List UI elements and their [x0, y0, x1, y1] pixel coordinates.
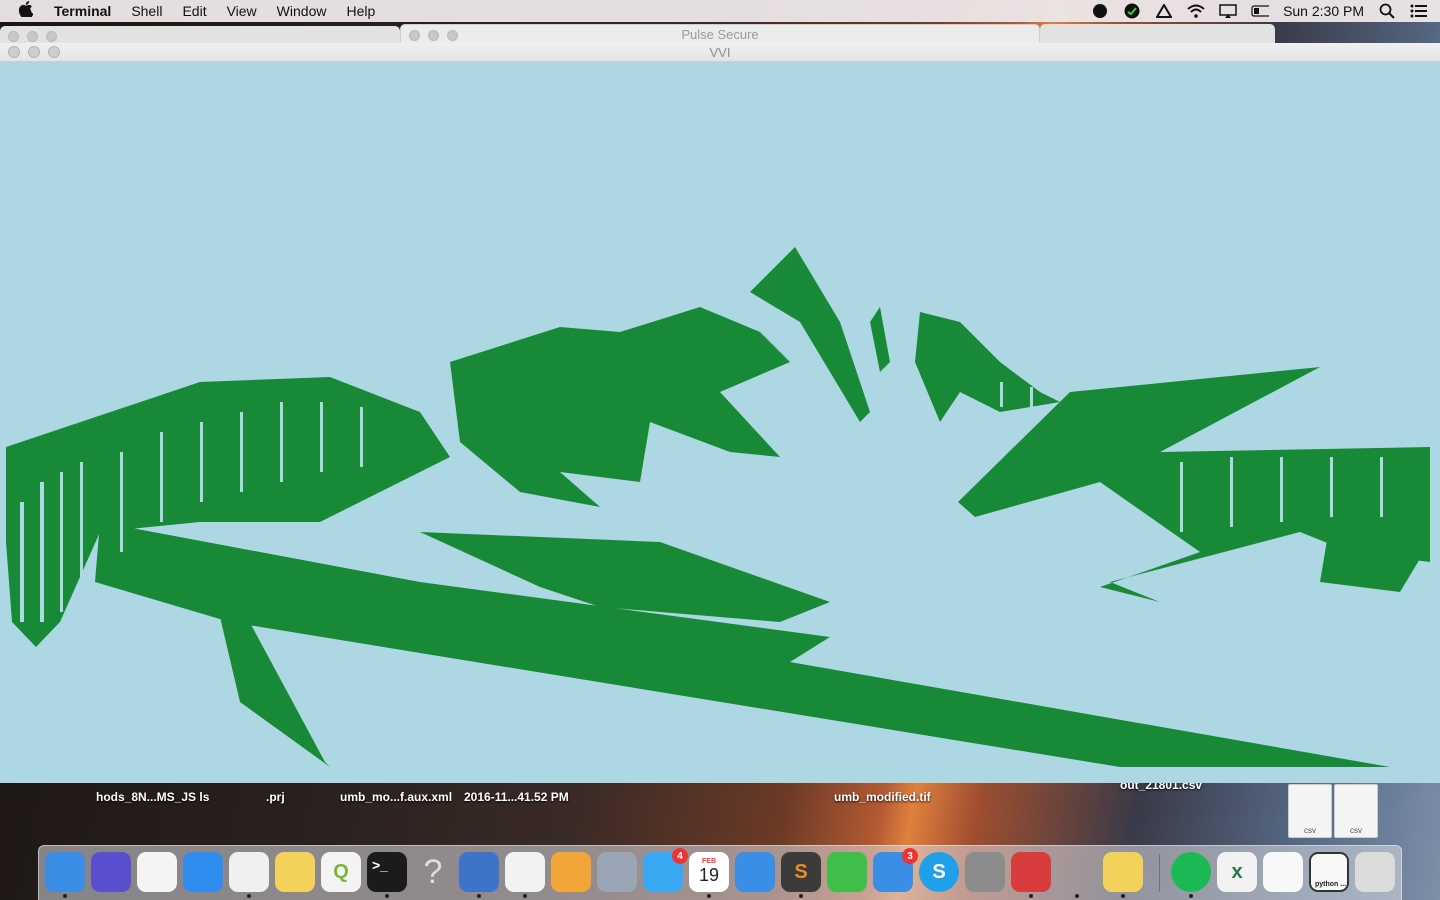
- dock-safari-icon[interactable]: [183, 852, 223, 892]
- dock-system-preferences-icon[interactable]: [965, 852, 1005, 892]
- desktop-file-label[interactable]: hods_8N...MS_JS ls: [96, 790, 209, 805]
- dock-terminal-icon[interactable]: >_: [367, 852, 407, 892]
- pulse-secure-title: Pulse Secure: [681, 27, 759, 42]
- pulse-status-icon[interactable]: [1123, 3, 1141, 19]
- dock-running-indicator: [799, 894, 803, 898]
- dock-finder-icon[interactable]: [45, 852, 85, 892]
- dock-preview-icon[interactable]: [597, 852, 637, 892]
- menu-window[interactable]: Window: [267, 3, 337, 19]
- dock-unknown-app-icon[interactable]: ?: [413, 852, 453, 892]
- notification-center-icon[interactable]: [1410, 3, 1428, 19]
- menu-view[interactable]: View: [217, 3, 267, 19]
- calendar-month: FEB: [702, 858, 716, 865]
- menu-help[interactable]: Help: [336, 3, 385, 19]
- dock-python-launcher-icon[interactable]: [275, 852, 315, 892]
- dock-running-indicator: [477, 894, 481, 898]
- dock-siri-icon[interactable]: [91, 852, 131, 892]
- dock-qgis-icon[interactable]: Q: [321, 852, 361, 892]
- dock-skype-icon[interactable]: S: [919, 852, 959, 892]
- desktop-file-label[interactable]: 2016-11...41.52 PM: [464, 790, 569, 805]
- dark-status-icon[interactable]: [1091, 3, 1109, 19]
- dock-running-indicator: [63, 894, 67, 898]
- dock-pulse-secure-icon[interactable]: [1057, 852, 1097, 892]
- desktop-file-label[interactable]: umb_modified.tif: [834, 790, 931, 805]
- dock-separator: [1159, 854, 1160, 892]
- menu-app-terminal[interactable]: Terminal: [52, 3, 121, 19]
- terrain-mesh: [6, 247, 1430, 767]
- wifi-icon[interactable]: [1187, 3, 1205, 19]
- dock-google-drive-icon[interactable]: [137, 852, 177, 892]
- dock-trash-icon[interactable]: [1355, 852, 1395, 892]
- spotlight-search-icon[interactable]: [1378, 3, 1396, 19]
- dock-document-icon[interactable]: [1263, 852, 1303, 892]
- desktop-file-label[interactable]: umb_mo...f.aux.xml: [340, 790, 452, 805]
- airplay-icon[interactable]: [1219, 3, 1237, 19]
- vvi-window-title: VVI: [709, 45, 731, 60]
- menubar-clock[interactable]: Sun 2:30 PM: [1283, 3, 1364, 19]
- csv-file-icon[interactable]: csv: [1334, 784, 1378, 838]
- dock-facetime-icon[interactable]: [827, 852, 867, 892]
- terrain-mesh-render: [6, 247, 1430, 767]
- battery-icon[interactable]: [1251, 3, 1270, 19]
- google-drive-status-icon[interactable]: [1155, 3, 1173, 19]
- dock-sublime-text-icon[interactable]: S: [781, 852, 821, 892]
- desktop-file-label[interactable]: .prj: [266, 790, 285, 805]
- dock-running-indicator: [1075, 894, 1079, 898]
- render-viewport[interactable]: [0, 62, 1440, 783]
- dock-python-window-icon[interactable]: python ...: [1309, 852, 1349, 892]
- dock-cyberduck-icon[interactable]: [1103, 852, 1143, 892]
- dock-running-indicator: [1121, 894, 1125, 898]
- dock: Q >_? 4 FEB 19 S 3 Sx python ...: [38, 845, 1402, 900]
- dock-remote-desktop-icon[interactable]: [1011, 852, 1051, 892]
- csv-tag: csv: [1350, 826, 1362, 835]
- app-store-badge: 3: [902, 848, 918, 864]
- menu-shell[interactable]: Shell: [121, 3, 172, 19]
- dock-running-indicator: [1189, 894, 1193, 898]
- dock-calendar-icon[interactable]: FEB 19: [689, 852, 729, 892]
- dock-app-store-icon[interactable]: 3: [873, 848, 918, 892]
- dock-running-indicator: [707, 894, 711, 898]
- dock-running-indicator: [385, 894, 389, 898]
- calendar-day: 19: [698, 865, 720, 885]
- vvi-window[interactable]: VVI: [0, 43, 1440, 783]
- pulse-secure-window[interactable]: Pulse Secure: [400, 24, 1040, 44]
- csv-tag: csv: [1304, 826, 1316, 835]
- dock-messages-icon[interactable]: 4: [643, 848, 688, 892]
- dock-pages-icon[interactable]: [551, 852, 591, 892]
- dock-numbers-icon[interactable]: [505, 852, 545, 892]
- dock-running-indicator: [523, 894, 527, 898]
- dock-xcode-icon[interactable]: [735, 852, 775, 892]
- dock-running-indicator: [1029, 894, 1033, 898]
- messages-badge: 4: [672, 848, 688, 864]
- menu-bar: Terminal Shell Edit View Window Help Sun…: [0, 0, 1440, 22]
- dock-running-indicator: [247, 894, 251, 898]
- vvi-titlebar[interactable]: VVI: [0, 43, 1440, 62]
- dock-excel-icon[interactable]: x: [1217, 852, 1257, 892]
- python-window-caption: python ...: [1315, 881, 1347, 888]
- csv-file-icon[interactable]: csv: [1288, 784, 1332, 838]
- dock-spotify-icon[interactable]: [1171, 852, 1211, 892]
- apple-menu-icon[interactable]: [0, 0, 52, 21]
- background-window-right[interactable]: [1040, 24, 1275, 44]
- dock-chrome-icon[interactable]: [229, 852, 269, 892]
- dock-google-earth-icon[interactable]: [459, 852, 499, 892]
- menu-edit[interactable]: Edit: [172, 3, 216, 19]
